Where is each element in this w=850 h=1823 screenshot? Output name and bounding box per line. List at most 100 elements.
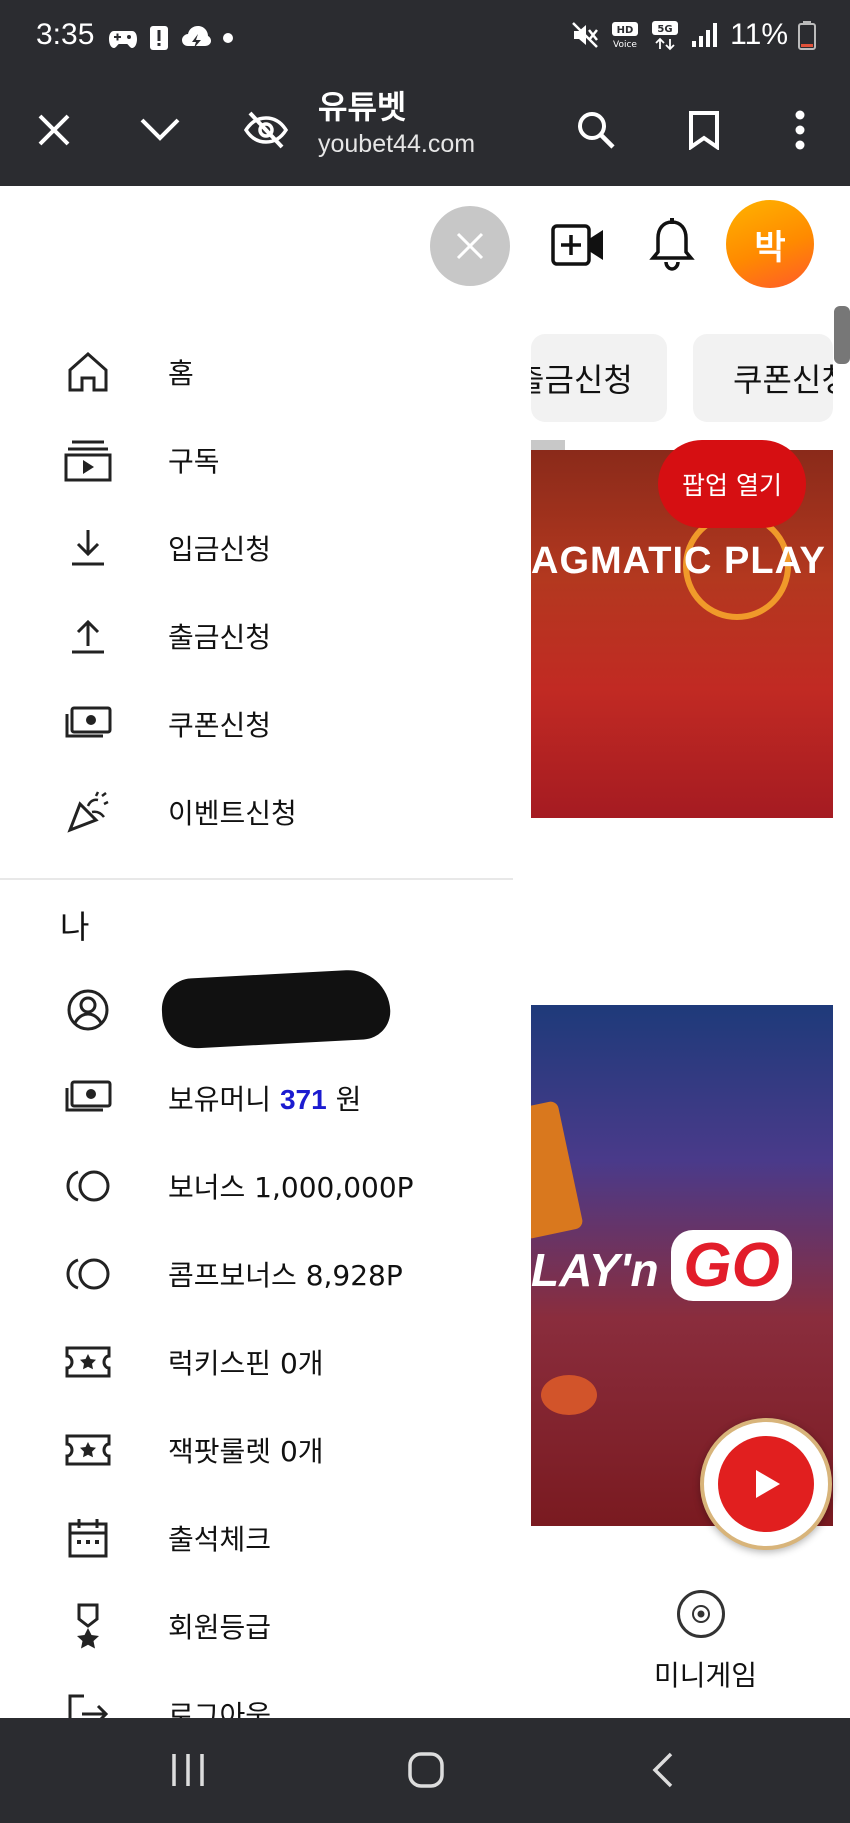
battery-percentage: 11% bbox=[730, 18, 788, 51]
play-icon bbox=[756, 1470, 780, 1498]
logout-icon bbox=[62, 1688, 114, 1718]
back-button[interactable] bbox=[634, 1742, 694, 1798]
menu-item-logout[interactable]: 로그아웃 bbox=[0, 1670, 513, 1718]
menu-item-comp-bonus[interactable]: 콤프보너스 8,928P bbox=[0, 1230, 513, 1318]
mute-icon bbox=[572, 22, 599, 48]
status-notification-icons bbox=[108, 24, 234, 52]
search-icon bbox=[578, 112, 615, 149]
drawer-divider bbox=[0, 878, 513, 880]
banner-indicator bbox=[531, 440, 565, 450]
private-mode-button[interactable] bbox=[234, 98, 298, 162]
site-title: 유튜벳 bbox=[318, 88, 407, 126]
ticket-icon bbox=[62, 1336, 114, 1388]
open-popup-button[interactable]: 팝업 열기 bbox=[658, 440, 806, 528]
menu-item-member-grade[interactable]: 회원등급 bbox=[0, 1582, 513, 1670]
site-url[interactable]: youbet44.com bbox=[318, 130, 475, 159]
money-icon bbox=[62, 698, 114, 750]
menu-item-jackpot-roulette[interactable]: 잭팟룰렛 0개 bbox=[0, 1406, 513, 1494]
party-popper-icon bbox=[62, 786, 114, 838]
crab-icon bbox=[541, 1375, 597, 1415]
game-controller-icon bbox=[109, 31, 137, 48]
medal-icon bbox=[62, 1600, 114, 1652]
menu-item-label: 회원등급 bbox=[168, 1611, 272, 1644]
balance-label: 보유머니 371 원 bbox=[168, 1078, 361, 1118]
home-circle-icon bbox=[408, 1752, 444, 1788]
more-options-button[interactable] bbox=[768, 98, 832, 162]
battery-icon bbox=[798, 21, 816, 50]
svg-text:HD: HD bbox=[617, 25, 634, 36]
coins-icon bbox=[62, 1160, 114, 1212]
balance-prefix: 보유머니 bbox=[168, 1083, 280, 1116]
menu-item-coupon[interactable]: 쿠폰신청 bbox=[0, 680, 513, 768]
coins-icon bbox=[62, 1248, 114, 1300]
chip-coupon-label: 쿠폰신청 bbox=[733, 361, 833, 399]
signal-icon bbox=[692, 23, 718, 47]
dot-icon bbox=[223, 33, 233, 43]
svg-text:5G: 5G bbox=[658, 24, 673, 35]
menu-item-subscriptions[interactable]: 구독 bbox=[0, 416, 513, 504]
menu-item-bonus[interactable]: 보너스 1,000,000P bbox=[0, 1142, 513, 1230]
ticket-icon bbox=[62, 1424, 114, 1476]
system-navigation-bar bbox=[0, 1718, 850, 1823]
chip-withdraw[interactable]: 출금신청 bbox=[531, 334, 667, 422]
section-title-me: 나 bbox=[60, 908, 90, 946]
menu-item-attendance[interactable]: 출석체크 bbox=[0, 1494, 513, 1582]
create-video-button[interactable] bbox=[546, 210, 610, 280]
menu-item-label: 잭팟룰렛 0개 bbox=[168, 1435, 324, 1468]
menu-item-label: 콤프보너스 8,928P bbox=[168, 1259, 403, 1292]
5g-icon: 5G bbox=[652, 21, 679, 51]
home-icon bbox=[62, 346, 114, 398]
balance-unit: 원 bbox=[326, 1083, 362, 1116]
menu-item-withdraw[interactable]: 출금신청 bbox=[0, 592, 513, 680]
chip-withdraw-label: 출금신청 bbox=[531, 361, 633, 399]
bookmark-icon bbox=[689, 111, 719, 150]
calendar-icon bbox=[62, 1512, 114, 1564]
game-art-icon bbox=[531, 1100, 584, 1240]
avatar[interactable]: 박 bbox=[726, 200, 814, 288]
menu-item-label: 이벤트신청 bbox=[168, 797, 297, 830]
bookmark-button[interactable] bbox=[672, 98, 736, 162]
redacted-username bbox=[160, 968, 392, 1050]
menu-item-event[interactable]: 이벤트신청 bbox=[0, 768, 513, 856]
video-add-icon bbox=[551, 224, 603, 266]
close-icon bbox=[456, 232, 484, 260]
playngo-logo-go: GO bbox=[671, 1230, 792, 1301]
browser-toolbar: 유튜벳 youbet44.com bbox=[0, 76, 850, 186]
money-icon bbox=[62, 1072, 114, 1124]
menu-item-label: 출석체크 bbox=[168, 1523, 272, 1556]
mini-game-icon[interactable] bbox=[677, 1590, 725, 1638]
minimize-tab-button[interactable] bbox=[128, 98, 192, 162]
pragmatic-logo: AGMATIC PLAY bbox=[531, 540, 826, 582]
recent-apps-button[interactable] bbox=[158, 1742, 218, 1798]
menu-item-deposit[interactable]: 입금신청 bbox=[0, 504, 513, 592]
menu-item-label: 홈 bbox=[168, 357, 194, 390]
close-icon bbox=[38, 114, 70, 146]
floating-video-button[interactable] bbox=[700, 1418, 832, 1550]
scrollbar[interactable] bbox=[834, 306, 850, 364]
menu-item-label: 럭키스핀 0개 bbox=[168, 1347, 324, 1380]
menu-item-label: 입금신청 bbox=[168, 533, 272, 566]
close-drawer-button[interactable] bbox=[430, 206, 510, 286]
balance-amount: 371 bbox=[279, 1084, 327, 1115]
search-button[interactable] bbox=[564, 98, 628, 162]
chip-coupon[interactable]: 쿠폰신청 bbox=[693, 334, 833, 422]
navigation-drawer: 홈 구독 입금신청 출금신청 쿠폰신청 이벤트신청 나 보유머니 371 원 보… bbox=[0, 306, 513, 1718]
menu-item-balance[interactable]: 보유머니 371 원 bbox=[0, 1054, 513, 1142]
notifications-button[interactable] bbox=[640, 210, 704, 280]
status-time: 3:35 bbox=[36, 18, 95, 51]
upload-icon bbox=[62, 610, 114, 662]
home-button[interactable] bbox=[396, 1742, 456, 1798]
eye-off-icon bbox=[244, 111, 288, 149]
cloud-sync-icon bbox=[182, 26, 211, 48]
recent-apps-icon bbox=[172, 1754, 204, 1786]
close-tab-button[interactable] bbox=[22, 98, 86, 162]
menu-item-label: 구독 bbox=[168, 445, 220, 478]
svg-text:Voice: Voice bbox=[613, 40, 637, 50]
menu-item-label: 보너스 1,000,000P bbox=[168, 1171, 414, 1204]
menu-item-label: 쿠폰신청 bbox=[168, 709, 272, 742]
status-system-icons: HD Voice 5G 11% bbox=[570, 18, 816, 52]
mini-game-label[interactable]: 미니게임 bbox=[654, 1654, 757, 1694]
menu-item-home[interactable]: 홈 bbox=[0, 328, 513, 416]
menu-item-lucky-spin[interactable]: 럭키스핀 0개 bbox=[0, 1318, 513, 1406]
menu-item-label: 출금신청 bbox=[168, 621, 272, 654]
